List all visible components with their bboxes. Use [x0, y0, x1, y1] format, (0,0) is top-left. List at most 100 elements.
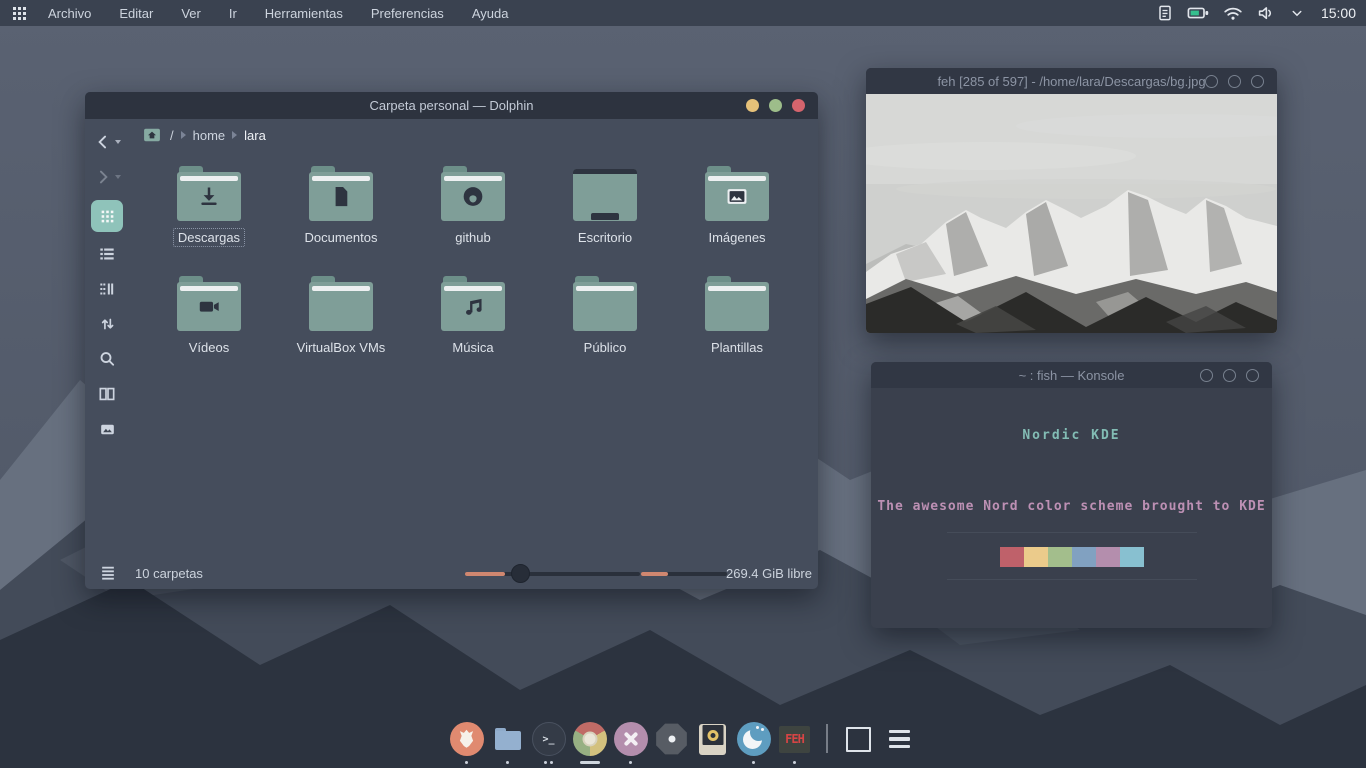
menu-archivo[interactable]: Archivo — [48, 6, 91, 21]
folder-label: Descargas — [173, 228, 245, 247]
folder-item-documentos[interactable]: Documentos — [275, 160, 407, 270]
battery-icon[interactable] — [1186, 2, 1211, 24]
breadcrumb-separator-icon — [181, 131, 186, 139]
running-indicator — [580, 760, 600, 764]
top-panel: Archivo Editar Ver Ir Herramientas Preferenci… — [0, 0, 1366, 26]
maximize-button[interactable] — [1228, 75, 1241, 88]
folder-grid: Descargas Documentos github Escritorio — [131, 152, 814, 380]
dock: >_ FEH — [0, 721, 1366, 768]
dock-terminal[interactable]: >_ — [531, 721, 567, 764]
palette-swatch-1 — [1024, 547, 1048, 567]
image-icon — [724, 183, 751, 215]
preview-button[interactable] — [91, 414, 123, 444]
feh-window: feh [285 of 597] - /home/lara/Descargas/… — [866, 68, 1277, 333]
folder-item-vi-deos[interactable]: Vídeos — [143, 270, 275, 380]
dolphin-breadcrumb: / home lara — [129, 119, 818, 151]
maximize-button[interactable] — [1223, 369, 1236, 382]
folder-item-ima-genes[interactable]: Imágenes — [671, 160, 803, 270]
folder-label: VirtualBox VMs — [292, 338, 391, 357]
folder-item-pu-blico[interactable]: Público — [539, 270, 671, 380]
split-view-button[interactable] — [91, 379, 123, 409]
menu-herramientas[interactable]: Herramientas — [265, 6, 343, 21]
running-indicator — [465, 760, 468, 764]
forward-button[interactable] — [91, 162, 123, 192]
chevron-down-icon[interactable] — [1288, 4, 1306, 22]
minimize-button[interactable] — [1200, 369, 1213, 382]
video-icon — [196, 293, 223, 325]
menu-preferencias[interactable]: Preferencias — [371, 6, 444, 21]
dock-show-desktop[interactable] — [841, 721, 877, 764]
breadcrumb-current[interactable]: lara — [244, 128, 266, 143]
feh-title: feh [285 of 597] - /home/lara/Descargas/… — [937, 74, 1205, 89]
breadcrumb-root[interactable]: / — [170, 128, 174, 143]
folder-item-github[interactable]: github — [407, 160, 539, 270]
document-icon — [328, 183, 355, 215]
app-launcher-button[interactable] — [0, 0, 38, 26]
dock-vscode[interactable] — [613, 721, 649, 764]
zoom-slider-knob[interactable] — [511, 564, 530, 583]
chromium-icon — [573, 722, 607, 756]
close-button[interactable] — [792, 99, 805, 112]
maximize-button[interactable] — [769, 99, 782, 112]
clipboard-icon[interactable] — [1155, 2, 1175, 24]
breadcrumb-home[interactable]: home — [193, 128, 226, 143]
desktop-stand — [591, 213, 619, 220]
dock-chromium[interactable] — [572, 721, 608, 764]
show-desktop-icon — [846, 727, 871, 752]
palette-swatch-2 — [1048, 547, 1072, 567]
list-view-button[interactable] — [91, 239, 123, 269]
icons-view-button[interactable] — [91, 200, 123, 232]
close-button[interactable] — [1251, 75, 1264, 88]
dock-firefox[interactable] — [449, 721, 485, 764]
feh-image — [866, 94, 1277, 333]
dock-app-menu[interactable] — [882, 721, 918, 764]
folder-item-escritorio[interactable]: Escritorio — [539, 160, 671, 270]
desktop-screen-bar — [573, 169, 637, 174]
folder-item-mu-sica[interactable]: Música — [407, 270, 539, 380]
dock-blue-app[interactable] — [736, 721, 772, 764]
menu-editar[interactable]: Editar — [119, 6, 153, 21]
details-view-button[interactable] — [91, 274, 123, 304]
folder-item-virtualbox-vms[interactable]: VirtualBox VMs — [275, 270, 407, 380]
minimize-button[interactable] — [1205, 75, 1218, 88]
folder-stripe — [180, 176, 238, 181]
folder-item-plantillas[interactable]: Plantillas — [671, 270, 803, 380]
dolphin-window: Carpeta personal — Dolphin / home lara — [85, 92, 818, 589]
menu-ayuda[interactable]: Ayuda — [472, 6, 509, 21]
palette-swatch-0 — [1000, 547, 1024, 567]
zoom-slider[interactable] — [465, 572, 640, 576]
dolphin-side-toolbar — [85, 122, 129, 559]
folder-label: Escritorio — [573, 228, 637, 247]
nordic-kde-heading: Nordic KDE — [871, 428, 1272, 443]
folder-label: Plantillas — [706, 338, 768, 357]
close-button[interactable] — [1246, 369, 1259, 382]
divider — [947, 579, 1197, 580]
folder-label: Público — [579, 338, 632, 357]
konsole-titlebar[interactable]: ~ : fish — Konsole — [871, 362, 1272, 388]
minimize-button[interactable] — [746, 99, 759, 112]
konsole-terminal[interactable]: Nordic KDE The awesome Nord color scheme… — [871, 388, 1272, 628]
dock-files[interactable] — [490, 721, 526, 764]
folder-item-descargas[interactable]: Descargas — [143, 160, 275, 270]
volume-icon[interactable] — [1255, 2, 1277, 24]
sort-button[interactable] — [91, 309, 123, 339]
back-button[interactable] — [91, 127, 123, 157]
search-button[interactable] — [91, 344, 123, 374]
dock-music-box[interactable] — [695, 721, 731, 764]
home-folder-icon[interactable] — [141, 125, 163, 145]
desktop: Archivo Editar Ver Ir Herramientas Preferenci… — [0, 0, 1366, 768]
menu-ver[interactable]: Ver — [181, 6, 201, 21]
folder-stripe — [708, 286, 766, 291]
dock-settings-gear[interactable] — [654, 721, 690, 764]
dolphin-titlebar[interactable]: Carpeta personal — Dolphin — [85, 92, 818, 119]
menu-ir[interactable]: Ir — [229, 6, 237, 21]
feh-icon: FEH — [779, 726, 810, 753]
feh-titlebar[interactable]: feh [285 of 597] - /home/lara/Descargas/… — [866, 68, 1277, 94]
folder-count-label: 10 carpetas — [135, 566, 203, 581]
running-indicator — [506, 760, 509, 764]
folder-label: Vídeos — [184, 338, 234, 357]
wifi-icon[interactable] — [1222, 2, 1244, 24]
menubar: Archivo Editar Ver Ir Herramientas Preferenci… — [48, 6, 508, 21]
dock-feh[interactable]: FEH — [777, 721, 813, 764]
panel-menu-icon[interactable] — [98, 563, 118, 588]
